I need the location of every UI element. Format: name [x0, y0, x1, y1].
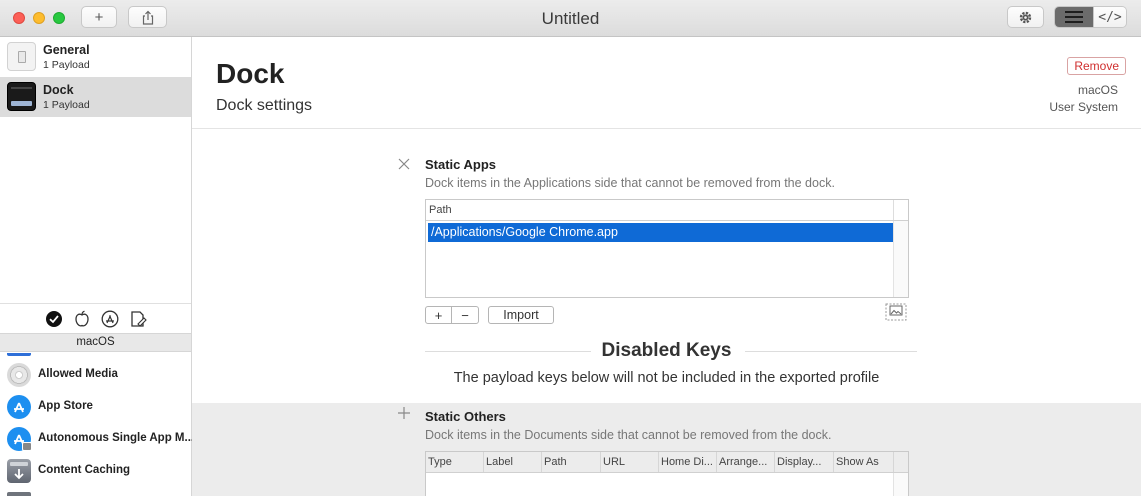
- table-scrollbar[interactable]: [893, 473, 908, 496]
- view-mode-segmented-control: </>: [1054, 6, 1127, 28]
- library-item-label: Content Caching: [38, 464, 130, 476]
- column-header[interactable]: Home Di...: [661, 456, 713, 468]
- payload-editor: Dock Dock settings Remove macOS User Sys…: [192, 37, 1141, 496]
- column-header[interactable]: Path: [544, 456, 567, 468]
- disabled-keys-title: Disabled Keys: [601, 340, 732, 361]
- library-item-label: Allowed Media: [38, 368, 118, 380]
- static-apps-table: Path /Applications/Google Chrome.app: [425, 199, 909, 298]
- settings-button[interactable]: [1007, 6, 1044, 28]
- table-header: Path: [426, 200, 908, 221]
- library-item-app-store[interactable]: App Store: [0, 391, 191, 423]
- section-title: Static Apps: [425, 157, 497, 172]
- page-title: Dock: [216, 58, 285, 89]
- payload-count: 1 Payload: [43, 99, 90, 111]
- partial-library-icon: [7, 492, 31, 496]
- remove-row-button[interactable]: −: [451, 306, 479, 324]
- plus-icon: [398, 407, 410, 419]
- dock-icon: [7, 82, 36, 111]
- apple-filter-icon[interactable]: [73, 310, 91, 328]
- column-header[interactable]: Label: [486, 456, 513, 468]
- title-bar: + Untitled </>: [0, 0, 1141, 37]
- column-header-path[interactable]: Path: [429, 204, 452, 216]
- table-scrollbar[interactable]: [893, 221, 908, 297]
- column-header[interactable]: URL: [603, 456, 625, 468]
- sidebar: General 1 Payload Dock 1 Payload macOS A…: [0, 37, 195, 496]
- app-store-lock-icon: [7, 427, 32, 451]
- disc-icon: [7, 363, 31, 387]
- code-icon: </>: [1098, 9, 1122, 25]
- library-item-content-caching[interactable]: Content Caching: [0, 455, 191, 487]
- document-filter-icon[interactable]: [129, 310, 147, 328]
- library-item-allowed-media[interactable]: Allowed Media: [0, 359, 191, 391]
- column-header[interactable]: Show As: [836, 456, 879, 468]
- library-filter-bar: [0, 303, 191, 333]
- library-item-label: Autonomous Single App M...: [38, 432, 195, 444]
- gear-icon: [1019, 11, 1032, 23]
- image-view-button[interactable]: [885, 303, 907, 321]
- close-icon: [398, 158, 410, 170]
- column-header[interactable]: Display...: [777, 456, 821, 468]
- general-icon: [7, 42, 36, 71]
- enable-key-button[interactable]: [398, 404, 410, 424]
- platform-label: macOS: [0, 333, 191, 352]
- remove-button[interactable]: Remove: [1067, 57, 1126, 75]
- partial-library-icon: [7, 353, 31, 356]
- payload-header: Dock Dock settings Remove macOS User Sys…: [192, 37, 1141, 129]
- disable-key-button[interactable]: [398, 155, 410, 175]
- table-header: Type Label Path URL Home Di... Arrange..…: [426, 452, 908, 473]
- scope-label: User System: [1049, 100, 1118, 114]
- payload-name: General: [43, 43, 90, 57]
- minus-icon: −: [461, 307, 469, 323]
- code-view-button[interactable]: </>: [1093, 7, 1126, 27]
- section-description: Dock items in the Applications side that…: [425, 176, 835, 190]
- checkmark-filter-icon[interactable]: [45, 310, 63, 328]
- app-store-icon: [7, 395, 31, 419]
- column-header[interactable]: Type: [428, 456, 452, 468]
- disabled-keys-description: The payload keys below will not be inclu…: [453, 370, 880, 386]
- plus-icon: +: [434, 307, 443, 323]
- static-others-table: Type Label Path URL Home Di... Arrange..…: [425, 451, 909, 496]
- platform-label: macOS: [1077, 83, 1118, 97]
- section-description: Dock items in the Documents side that ca…: [425, 428, 832, 442]
- payload-count: 1 Payload: [43, 59, 90, 71]
- table-row[interactable]: /Applications/Google Chrome.app: [428, 223, 893, 242]
- library-item-autonomous-single-app[interactable]: Autonomous Single App M...: [0, 423, 195, 455]
- page-subtitle: Dock settings: [216, 97, 313, 114]
- list-view-button[interactable]: [1055, 7, 1093, 27]
- caching-icon: [7, 459, 31, 483]
- column-header[interactable]: Arrange...: [719, 456, 767, 468]
- import-button[interactable]: Import: [488, 306, 554, 324]
- library-item-label: App Store: [38, 400, 93, 412]
- app-store-filter-icon[interactable]: [101, 310, 119, 328]
- section-title: Static Others: [425, 409, 506, 424]
- payload-item-dock[interactable]: Dock 1 Payload: [0, 77, 191, 117]
- payload-item-general[interactable]: General 1 Payload: [0, 37, 191, 77]
- window-title: Untitled: [541, 9, 600, 28]
- list-icon: [1065, 11, 1083, 23]
- add-row-button[interactable]: +: [425, 306, 452, 324]
- payload-name: Dock: [43, 83, 74, 97]
- image-icon: [885, 303, 907, 321]
